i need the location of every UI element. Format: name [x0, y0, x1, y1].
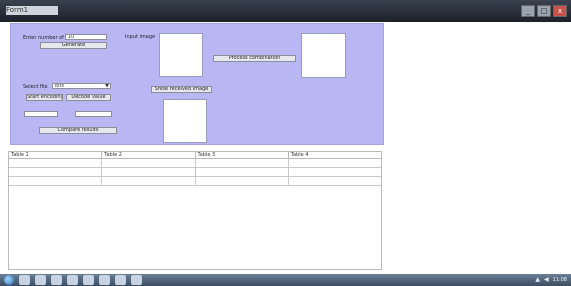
network-icon[interactable]: ▲ [535, 275, 540, 285]
table-cell[interactable] [9, 177, 103, 185]
tool-icon[interactable] [99, 275, 110, 285]
table-cell[interactable] [102, 168, 196, 176]
media-icon[interactable] [51, 275, 62, 285]
table-cell[interactable] [102, 177, 196, 185]
table-cell[interactable] [9, 168, 103, 176]
output-image-box [301, 33, 346, 78]
start-orb-icon[interactable] [4, 275, 14, 285]
decode-value-button[interactable]: Decode value [66, 94, 111, 101]
column-header[interactable]: Table 2 [102, 152, 196, 158]
desktop-screen: Form1 _ □ x Enter number of bits 10 Gene… [0, 0, 571, 286]
window-title: Form1 [6, 6, 58, 15]
browser-icon[interactable] [83, 275, 94, 285]
table-row[interactable] [9, 168, 381, 177]
window-icon[interactable] [131, 275, 142, 285]
clock[interactable]: 11:08 [553, 277, 567, 283]
chevron-down-icon: ▼ [105, 83, 109, 89]
table-row[interactable] [9, 159, 381, 168]
table-cell[interactable] [289, 177, 381, 185]
minimize-button[interactable]: _ [521, 5, 535, 17]
maximize-button[interactable]: □ [537, 5, 551, 17]
ie-icon[interactable] [19, 275, 30, 285]
table-cell[interactable] [196, 177, 289, 185]
app-icon[interactable] [67, 275, 78, 285]
volume-icon[interactable]: ◀ [544, 275, 549, 285]
process-combination-button[interactable]: Process combination [213, 55, 296, 62]
window-controls: _ □ x [521, 5, 567, 17]
table-cell[interactable] [196, 159, 289, 167]
compare-results-button[interactable]: Compare results [39, 127, 117, 134]
table-cell[interactable] [289, 159, 381, 167]
received-image-box [163, 99, 207, 143]
close-button[interactable]: x [553, 5, 567, 17]
input-image-box [159, 33, 203, 77]
table-cell[interactable] [102, 159, 196, 167]
file-select-dropdown[interactable]: bits ▼ [52, 83, 111, 89]
window-titlebar[interactable]: Form1 _ □ x [0, 0, 571, 22]
generate-button[interactable]: Generate [40, 42, 107, 49]
table-row[interactable] [9, 177, 381, 186]
column-header[interactable]: Table 4 [289, 152, 381, 158]
file-select-label: Select file [23, 84, 48, 90]
data-table[interactable]: Table 1 Table 2 Table 3 Table 4 [8, 151, 382, 270]
table-header: Table 1 Table 2 Table 3 Table 4 [9, 152, 381, 159]
editor-icon[interactable] [115, 275, 126, 285]
start-encoding-button[interactable]: Start encoding [26, 94, 63, 101]
column-header[interactable]: Table 3 [196, 152, 289, 158]
table-cell[interactable] [9, 159, 103, 167]
file-select-value: bits [55, 83, 65, 89]
table-cell[interactable] [289, 168, 381, 176]
table-cell[interactable] [196, 168, 289, 176]
table-body [9, 159, 381, 186]
bits-input[interactable]: 10 [65, 34, 107, 40]
result-field-1[interactable] [24, 111, 58, 117]
control-panel: Enter number of bits 10 Generate Input i… [10, 23, 384, 145]
show-received-image-button[interactable]: Show received image [151, 86, 212, 93]
result-field-2[interactable] [75, 111, 112, 117]
system-tray: ▲ ◀ 11:08 [535, 275, 567, 285]
column-header[interactable]: Table 1 [9, 152, 103, 158]
taskbar: ▲ ◀ 11:08 [0, 274, 571, 286]
folder-icon[interactable] [35, 275, 46, 285]
input-image-label: Input image [125, 34, 156, 40]
